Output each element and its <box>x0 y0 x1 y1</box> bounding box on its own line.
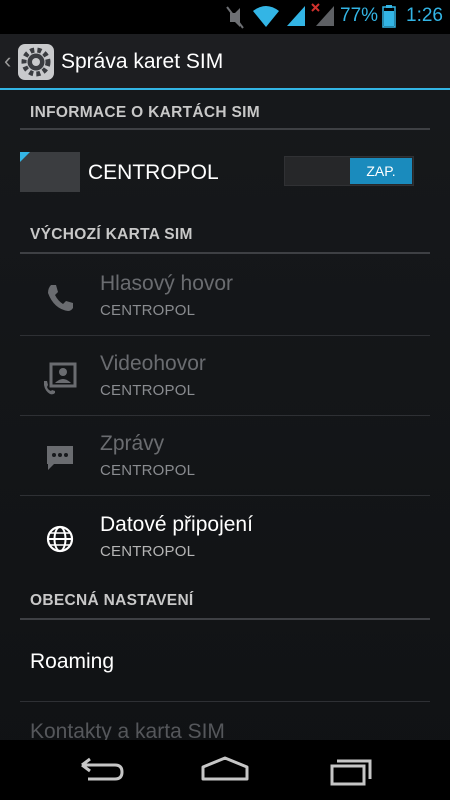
wifi-icon <box>253 6 279 27</box>
list-item-voice-call[interactable]: Hlasový hovor CENTROPOL <box>20 256 430 336</box>
phone-icon <box>48 285 73 311</box>
list-item-value: CENTROPOL <box>100 462 196 479</box>
status-time: 1:26 <box>406 5 443 26</box>
section-header-general: OBECNÁ NASTAVENÍ <box>20 586 430 620</box>
section-header-label: OBECNÁ NASTAVENÍ <box>30 592 194 609</box>
list-item-value: CENTROPOL <box>100 302 196 319</box>
list-item-value: CENTROPOL <box>100 543 196 560</box>
action-bar: ‹ Správa karet SIM <box>0 34 450 90</box>
mute-icon <box>226 6 244 29</box>
sim-management-screen: 77% 1:26 ‹ Správa karet SIM INFORMACE O … <box>0 0 450 800</box>
section-header-label: INFORMACE O KARTÁCH SIM <box>30 104 260 121</box>
list-item-value: CENTROPOL <box>100 382 196 399</box>
list-item-label: Roaming <box>30 650 115 673</box>
page-title: Správa karet SIM <box>61 50 224 73</box>
list-item-video-call[interactable]: Videohovor CENTROPOL <box>20 336 430 416</box>
signal-no-service-icon <box>311 3 334 26</box>
list-item-label: Zprávy <box>100 432 165 455</box>
video-call-icon <box>44 362 77 395</box>
message-icon <box>47 446 73 470</box>
signal-icon <box>287 6 305 26</box>
sim-card-row[interactable]: CENTROPOL ZAP. <box>20 142 430 206</box>
list-item-label: Hlasový hovor <box>100 272 234 295</box>
battery-icon <box>382 5 396 28</box>
list-item-messages[interactable]: Zprávy CENTROPOL <box>20 416 430 496</box>
section-header-default-sim: VÝCHOZÍ KARTA SIM <box>20 222 430 254</box>
list-item-contacts-sim[interactable]: Kontakty a karta SIM <box>20 703 430 743</box>
sim-toggle[interactable]: ZAP. <box>284 156 414 186</box>
list-item-label: Videohovor <box>100 352 206 375</box>
back-icon[interactable] <box>70 750 130 790</box>
navigation-bar <box>0 740 450 800</box>
status-bar: 77% 1:26 <box>0 0 450 34</box>
sim-name: CENTROPOL <box>88 161 219 184</box>
list-item-data-connection[interactable]: Datové připojení CENTROPOL <box>20 497 430 577</box>
sim-card-icon <box>20 152 80 192</box>
sim-card-corner <box>20 152 30 162</box>
battery-percent: 77% <box>340 5 379 26</box>
home-icon[interactable] <box>195 750 255 790</box>
list-item-label: Datové připojení <box>100 513 253 536</box>
sim-toggle-thumb: ZAP. <box>350 158 412 184</box>
section-header-sim-info: INFORMACE O KARTÁCH SIM <box>20 100 430 130</box>
recent-apps-icon[interactable] <box>320 750 380 790</box>
section-header-label: VÝCHOZÍ KARTA SIM <box>30 226 193 243</box>
globe-icon <box>46 525 74 553</box>
settings-gear-icon[interactable] <box>16 42 56 82</box>
list-item-roaming[interactable]: Roaming <box>20 622 430 702</box>
up-caret-icon[interactable]: ‹ <box>4 48 11 74</box>
